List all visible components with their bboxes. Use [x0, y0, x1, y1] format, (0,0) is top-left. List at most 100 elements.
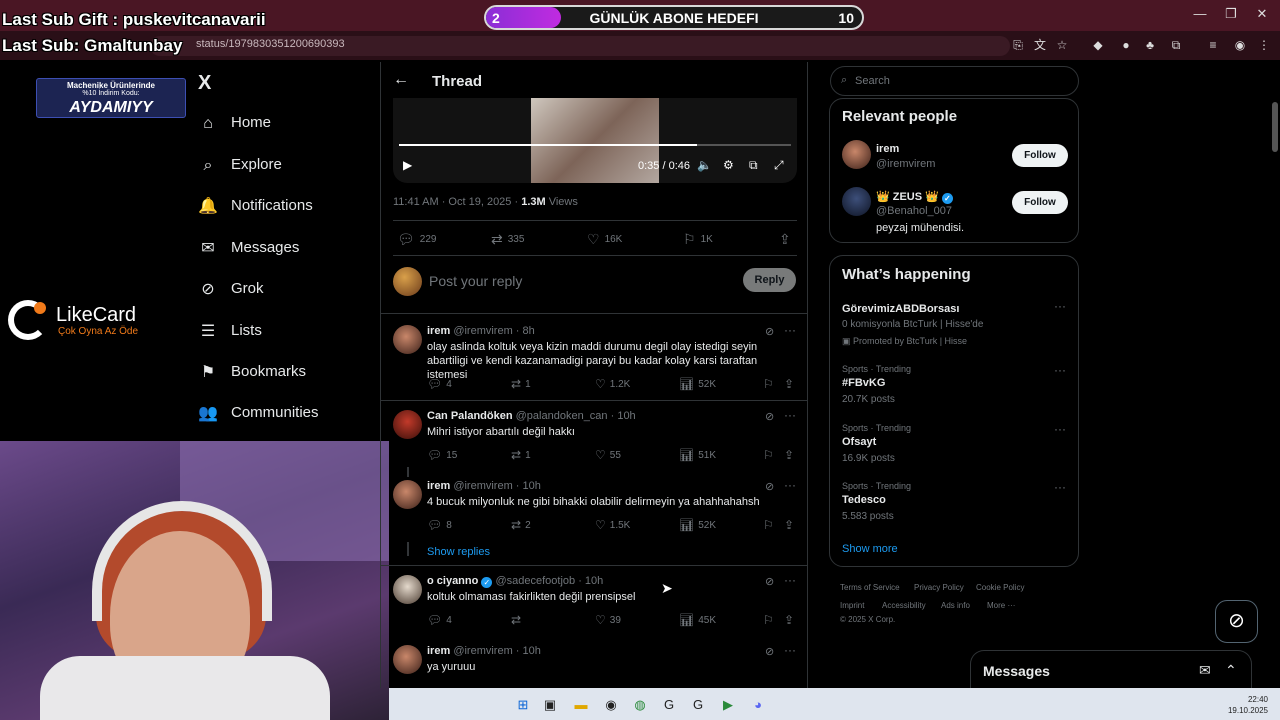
- volume-icon[interactable]: 🔈: [697, 158, 712, 172]
- reply-count-button[interactable]: 💬︎ 229: [397, 231, 436, 248]
- views-button[interactable]: 📊︎ 45K: [679, 613, 716, 627]
- footer-ads-info-link[interactable]: Ads info: [941, 601, 970, 610]
- more-options-icon[interactable]: ···: [784, 323, 796, 337]
- app-icon[interactable]: G: [689, 696, 707, 714]
- more-options-icon[interactable]: ···: [784, 408, 796, 422]
- like-button[interactable]: ♡ 39: [595, 613, 621, 627]
- repost-button[interactable]: ⇄ 2: [511, 518, 531, 532]
- share-button[interactable]: ⇪: [784, 518, 798, 532]
- fullscreen-icon[interactable]: ⤢: [774, 158, 784, 173]
- translate-icon[interactable]: 文: [1032, 37, 1048, 53]
- more-options-icon[interactable]: ···: [1054, 422, 1066, 436]
- views-button[interactable]: 📊︎ 52K: [679, 518, 716, 532]
- grok-icon[interactable]: ⊘: [765, 325, 774, 338]
- close-window-button[interactable]: ✕: [1252, 6, 1272, 22]
- share-button[interactable]: ⇪: [784, 448, 798, 462]
- grok-float-button[interactable]: ⊘: [1215, 600, 1258, 643]
- new-message-icon[interactable]: ✉: [1199, 662, 1211, 679]
- grok-icon[interactable]: ⊘: [765, 480, 774, 493]
- task-view-icon[interactable]: ▣: [541, 696, 559, 714]
- maximize-button[interactable]: ❐: [1221, 6, 1241, 22]
- scrollbar-thumb[interactable]: [1272, 102, 1278, 152]
- reply-button[interactable]: Reply: [743, 268, 796, 292]
- nav-communities[interactable]: 👥 Communities: [198, 400, 368, 428]
- show-replies-link[interactable]: Show replies: [427, 546, 490, 558]
- footer-accessibility-link[interactable]: Accessibility: [882, 601, 926, 610]
- app-icon[interactable]: ▶: [719, 696, 737, 714]
- views-button[interactable]: 📊︎ 52K: [679, 377, 716, 391]
- like-button[interactable]: ♡ 1.5K: [595, 518, 630, 532]
- share-button[interactable]: ⇪: [779, 231, 796, 248]
- footer-terms-link[interactable]: Terms of Service: [840, 583, 900, 592]
- nav-messages[interactable]: ✉ Messages: [198, 235, 368, 263]
- bookmark-button[interactable]: ⚐: [763, 518, 778, 532]
- extensions-puzzle-icon[interactable]: ⧉: [1168, 37, 1184, 53]
- nav-notifications[interactable]: 🔔 Notifications: [198, 193, 368, 221]
- trend-title[interactable]: Tedesco: [842, 494, 886, 506]
- more-options-icon[interactable]: ···: [784, 478, 796, 492]
- nav-explore[interactable]: ⌕ Explore: [198, 152, 368, 180]
- file-explorer-icon[interactable]: ▬: [572, 696, 590, 714]
- more-options-icon[interactable]: ···: [1054, 480, 1066, 494]
- extension-icon[interactable]: ♣: [1142, 37, 1158, 53]
- reply-button[interactable]: 💬︎ 4: [427, 613, 452, 627]
- taskbar-clock[interactable]: 22:40 19.10.2025: [1228, 694, 1268, 716]
- extension-icon[interactable]: ●: [1118, 37, 1134, 53]
- repost-button[interactable]: ⇄ 1: [511, 377, 531, 391]
- like-button[interactable]: ♡ 55: [595, 448, 621, 462]
- install-icon[interactable]: ⎘: [1010, 37, 1026, 53]
- share-button[interactable]: ⇪: [784, 613, 798, 627]
- bookmark-button[interactable]: ⚐: [763, 377, 778, 391]
- bookmark-count-button[interactable]: ⚐ 1K: [683, 231, 713, 248]
- trend-title[interactable]: Ofsayt: [842, 436, 876, 448]
- person-name[interactable]: irem: [876, 143, 899, 155]
- profile-avatar-icon[interactable]: ◉: [1232, 37, 1248, 53]
- video-player[interactable]: ▶ 0:35 / 0:46 🔈 ⚙ ⧉ ⤢: [393, 98, 797, 183]
- search-input[interactable]: ⌕ Search: [830, 66, 1079, 96]
- browser-menu-icon[interactable]: ⋮: [1256, 37, 1272, 53]
- nav-bookmarks[interactable]: ⚑ Bookmarks: [198, 359, 368, 387]
- more-options-icon[interactable]: ···: [784, 643, 796, 657]
- follow-button[interactable]: Follow: [1012, 191, 1068, 214]
- repost-count-button[interactable]: ⇄ 335: [491, 231, 524, 248]
- app-icon[interactable]: ◉: [602, 696, 620, 714]
- extension-icon[interactable]: ◆: [1090, 37, 1106, 53]
- messages-drawer[interactable]: Messages ✉ ⌃: [970, 650, 1252, 690]
- play-icon[interactable]: ▶: [403, 158, 412, 172]
- nav-grok[interactable]: ⊘ Grok: [198, 276, 368, 304]
- reply-button[interactable]: 💬︎ 15: [427, 448, 457, 462]
- expand-icon[interactable]: ⌃: [1225, 662, 1237, 679]
- nav-home[interactable]: ⌂ Home: [198, 110, 368, 138]
- follow-button[interactable]: Follow: [1012, 144, 1068, 167]
- bookmark-star-icon[interactable]: ☆: [1054, 37, 1070, 53]
- back-arrow-icon[interactable]: ←: [393, 71, 409, 89]
- x-logo-icon[interactable]: X: [198, 72, 211, 95]
- person-name-row[interactable]: 👑 ZEUS 👑 ✓: [876, 190, 953, 204]
- settings-gear-icon[interactable]: ⚙: [723, 158, 734, 172]
- bookmark-button[interactable]: ⚐: [763, 448, 778, 462]
- trend-title[interactable]: GörevimizABDBorsası: [842, 303, 959, 315]
- like-count-button[interactable]: ♡ 16K: [587, 231, 622, 248]
- discord-icon[interactable]: ◕: [749, 696, 767, 714]
- footer-more-link[interactable]: More ···: [987, 601, 1015, 610]
- footer-privacy-link[interactable]: Privacy Policy: [914, 583, 964, 592]
- views-button[interactable]: 📊︎ 51K: [679, 448, 716, 462]
- more-options-icon[interactable]: ···: [1054, 299, 1066, 313]
- app-icon[interactable]: G: [660, 696, 678, 714]
- bookmark-button[interactable]: ⚐: [763, 613, 778, 627]
- reply-button[interactable]: 💬︎ 4: [427, 377, 452, 391]
- nav-lists[interactable]: ☰ Lists: [198, 318, 368, 346]
- grok-icon[interactable]: ⊘: [765, 410, 774, 423]
- page-scrollbar[interactable]: [1270, 62, 1280, 688]
- repost-button[interactable]: ⇄ 1: [511, 448, 531, 462]
- trend-title[interactable]: #FBvKG: [842, 377, 885, 389]
- like-button[interactable]: ♡ 1.2K: [595, 377, 630, 391]
- pip-icon[interactable]: ⧉: [749, 158, 758, 173]
- footer-imprint-link[interactable]: Imprint: [840, 601, 864, 610]
- chrome-icon[interactable]: ◍: [631, 696, 649, 714]
- repost-button[interactable]: ⇄: [511, 613, 525, 627]
- windows-start-icon[interactable]: ⊞: [514, 696, 532, 714]
- more-options-icon[interactable]: ···: [784, 573, 796, 587]
- minimize-button[interactable]: —: [1190, 6, 1210, 21]
- video-seek-bar[interactable]: [399, 144, 791, 146]
